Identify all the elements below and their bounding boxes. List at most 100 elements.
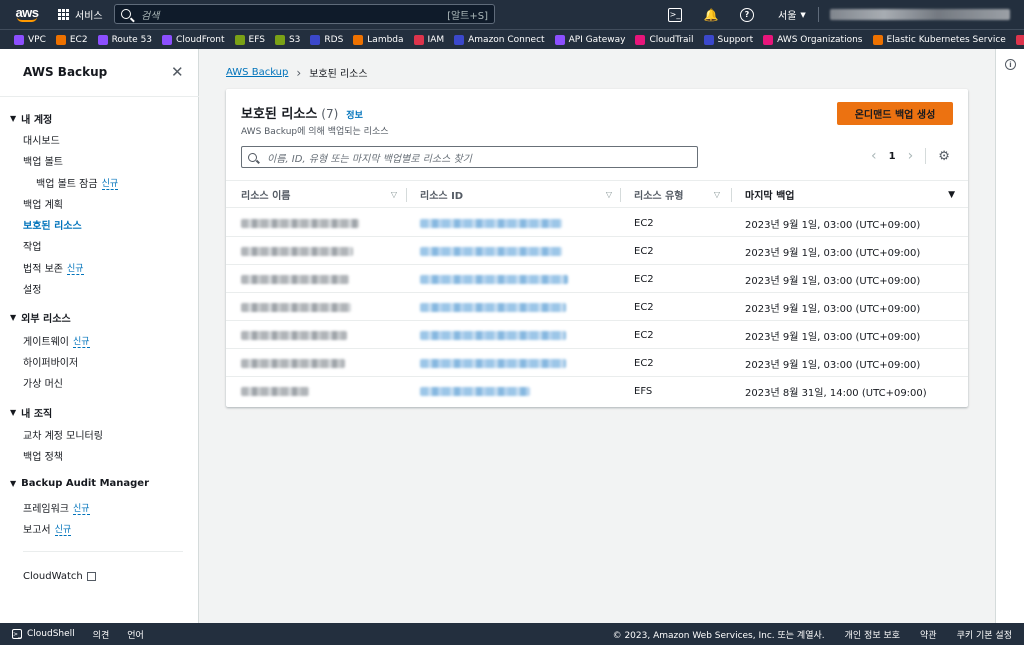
sidebar-item-cross-account-monitoring[interactable]: 교차 계정 모니터링 [23, 427, 103, 442]
favorite-link[interactable]: CloudFront [162, 34, 225, 45]
privacy-link[interactable]: 개인 정보 보호 [845, 628, 900, 641]
favorite-link[interactable]: Amazon Connect [454, 34, 545, 45]
account-menu-blurred[interactable] [830, 9, 1010, 20]
sidebar-item-backup-policies[interactable]: 백업 정책 [23, 448, 63, 463]
region-selector[interactable]: 서울 ▼ [778, 0, 806, 29]
resource-id-cell[interactable] [420, 209, 562, 237]
sidebar-item-backup-plans[interactable]: 백업 계획 [23, 196, 63, 211]
favorite-link[interactable]: Elastic Kubernetes Service [872, 34, 1006, 45]
sidebar-item-frameworks[interactable]: 프레임워크 신규 [23, 500, 90, 515]
table-row[interactable]: EC2 2023년 9월 1일, 03:00 (UTC+09:00) [226, 265, 968, 293]
section-my-organization[interactable]: ▼ 내 조직 [10, 405, 52, 420]
global-search-input[interactable]: 검색 [알트+S] [114, 4, 495, 24]
favorite-link[interactable]: Lambda [353, 34, 404, 45]
table-row[interactable]: EFS 2023년 8월 31일, 14:00 (UTC+09:00) [226, 377, 968, 405]
favorite-link[interactable]: Support [703, 34, 753, 45]
cloudshell-button[interactable]: >_ CloudShell [12, 629, 75, 639]
sidebar-item-jobs[interactable]: 작업 [23, 238, 41, 253]
top-navigation: aws 서비스 검색 [알트+S] >_ 🔔 ? 서울 ▼ [0, 0, 1024, 29]
favorite-link[interactable]: EC2 [55, 34, 88, 45]
favorite-link[interactable]: API Gateway [554, 34, 626, 45]
aws-logo[interactable]: aws [0, 0, 48, 29]
resource-type-cell: EC2 [634, 301, 654, 313]
table-row[interactable]: EC2 2023년 9월 1일, 03:00 (UTC+09:00) [226, 321, 968, 349]
sidebar-item-dashboard[interactable]: 대시보드 [23, 132, 60, 147]
favorite-link[interactable]: AWS Organizations [763, 34, 863, 45]
favorite-label: S3 [288, 34, 301, 45]
sidebar-item-hypervisors[interactable]: 하이퍼바이저 [23, 354, 78, 369]
redacted-resource-id-link[interactable] [420, 330, 566, 340]
resource-id-cell[interactable] [420, 321, 566, 349]
sidebar-item-label: 설정 [23, 285, 42, 296]
service-icon [763, 34, 774, 45]
breadcrumb-root-link[interactable]: AWS Backup [226, 67, 288, 78]
language-link[interactable]: 언어 [127, 628, 144, 641]
favorite-link[interactable]: CloudTrail [635, 34, 694, 45]
chevron-right-icon[interactable]: › [908, 148, 914, 164]
sidebar-item-settings[interactable]: 설정 [23, 281, 41, 296]
services-label: 서비스 [75, 11, 103, 22]
section-external-resources[interactable]: ▼ 외부 리소스 [10, 310, 71, 325]
resource-id-cell[interactable] [420, 237, 562, 265]
table-row[interactable]: EC2 2023년 9월 1일, 03:00 (UTC+09:00) [226, 209, 968, 237]
section-audit-manager[interactable]: ▼ Backup Audit Manager [10, 478, 149, 489]
favorite-link[interactable]: S3 [274, 34, 301, 45]
cloudshell-terminal-icon[interactable]: >_ [668, 7, 682, 22]
favorite-label: RDS [324, 34, 344, 45]
favorite-link[interactable]: Route 53 [97, 34, 152, 45]
redacted-resource-id-link[interactable] [420, 386, 530, 396]
services-menu-button[interactable]: 서비스 [58, 7, 103, 22]
sidebar-item-label: 대시보드 [23, 136, 60, 147]
sidebar-item-vault-lock[interactable]: 백업 볼트 잠금 신규 [36, 175, 119, 190]
notifications-bell-icon[interactable]: 🔔 [704, 8, 719, 22]
resource-id-cell[interactable] [420, 377, 530, 405]
sidebar-item-protected-resources[interactable]: 보호된 리소스 [23, 217, 82, 232]
favorite-link[interactable]: EFS [234, 34, 265, 45]
page-number[interactable]: 1 [889, 151, 896, 162]
resource-id-cell[interactable] [420, 293, 566, 321]
table-header: 리소스 이름 ▽ 리소스 ID ▽ 리소스 유형 ▽ 마지막 백업 ▼ [226, 180, 968, 208]
redacted-resource-id-link[interactable] [420, 274, 568, 284]
redacted-resource-id-link[interactable] [420, 302, 566, 312]
table-row[interactable]: EC2 2023년 9월 1일, 03:00 (UTC+09:00) [226, 349, 968, 377]
favorite-link[interactable]: Ce [1015, 34, 1024, 45]
table-row[interactable]: EC2 2023년 9월 1일, 03:00 (UTC+09:00) [226, 293, 968, 321]
sidebar-item-gateways[interactable]: 게이트웨이 신규 [23, 333, 90, 348]
gear-icon[interactable]: ⚙ [938, 149, 950, 164]
sidebar-item-reports[interactable]: 보고서 신규 [23, 521, 72, 536]
sidebar-item-backup-vaults[interactable]: 백업 볼트 [23, 153, 63, 168]
resource-filter-input[interactable]: 이름, ID, 유형 또는 마지막 백업별로 리소스 찾기 [241, 146, 698, 168]
resource-id-cell[interactable] [420, 265, 568, 293]
sidebar-item-cloudwatch[interactable]: CloudWatch [23, 571, 96, 582]
caret-down-icon: ▼ [10, 114, 17, 123]
aws-smile-icon [17, 17, 37, 22]
favorite-link[interactable]: RDS [310, 34, 344, 45]
terms-link[interactable]: 약관 [920, 628, 937, 641]
search-icon [121, 9, 131, 19]
sidebar-item-legal-holds[interactable]: 법적 보존 신규 [23, 260, 84, 275]
sidebar-item-virtual-machines[interactable]: 가상 머신 [23, 375, 63, 390]
section-my-account[interactable]: ▼ 내 계정 [10, 111, 52, 126]
redacted-resource-id-link[interactable] [420, 218, 562, 228]
cookie-preferences-link[interactable]: 쿠키 기본 설정 [957, 628, 1012, 641]
create-on-demand-backup-button[interactable]: 온디맨드 백업 생성 [837, 102, 953, 125]
chevron-left-icon[interactable]: ‹ [871, 148, 877, 164]
redacted-resource-id-link[interactable] [420, 246, 562, 256]
feedback-link[interactable]: 의견 [93, 628, 110, 641]
close-icon[interactable]: ✕ [171, 63, 184, 81]
resource-id-cell[interactable] [420, 349, 566, 377]
favorite-link[interactable]: IAM [413, 34, 444, 45]
help-icon[interactable]: ? [740, 7, 754, 22]
column-header-last-backup[interactable]: 마지막 백업 ▼ [745, 181, 963, 208]
favorite-label: API Gateway [568, 34, 626, 45]
column-header-resource-id[interactable]: 리소스 ID ▽ [420, 181, 620, 208]
column-header-resource-type[interactable]: 리소스 유형 ▽ [634, 181, 728, 208]
sidenav-title[interactable]: AWS Backup [23, 65, 107, 79]
sidebar-item-label: 백업 볼트 [23, 157, 63, 168]
redacted-resource-id-link[interactable] [420, 358, 566, 368]
favorite-link[interactable]: VPC [14, 34, 46, 45]
table-row[interactable]: EC2 2023년 9월 1일, 03:00 (UTC+09:00) [226, 237, 968, 265]
column-header-resource-name[interactable]: 리소스 이름 ▽ [241, 181, 405, 208]
info-icon[interactable]: i [1005, 59, 1016, 70]
info-link[interactable]: 정보 [346, 108, 363, 121]
